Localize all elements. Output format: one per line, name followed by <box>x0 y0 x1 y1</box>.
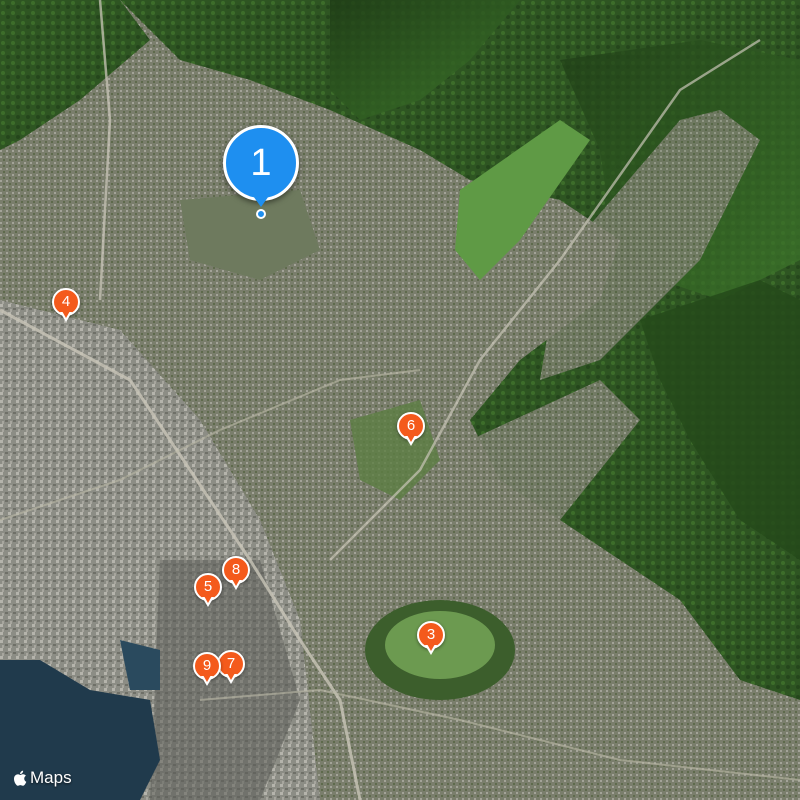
marker-pointer <box>60 311 72 322</box>
satellite-imagery <box>0 0 800 800</box>
map-marker-3[interactable]: 3 <box>417 621 445 661</box>
marker-pointer <box>201 675 213 686</box>
map-marker-6[interactable]: 6 <box>397 412 425 452</box>
marker-label: 1 <box>223 125 299 201</box>
map-marker-8[interactable]: 8 <box>222 556 250 596</box>
attribution-text: Maps <box>30 768 72 787</box>
map-marker-1[interactable]: 1 <box>223 125 299 221</box>
map-marker-7[interactable]: 7 <box>217 650 245 690</box>
satellite-map[interactable]: 1 3 4 5 6 7 8 9 Maps <box>0 0 800 800</box>
map-marker-9[interactable]: 9 <box>193 652 221 692</box>
apple-logo-icon <box>14 770 27 786</box>
marker-pointer <box>225 673 237 684</box>
map-marker-4[interactable]: 4 <box>52 288 80 328</box>
marker-pointer <box>230 579 242 590</box>
maps-attribution[interactable]: Maps <box>12 768 72 788</box>
marker-pointer <box>251 193 271 207</box>
marker-pointer <box>202 596 214 607</box>
marker-location-dot <box>256 209 266 219</box>
map-marker-5[interactable]: 5 <box>194 573 222 613</box>
marker-pointer <box>405 435 417 446</box>
marker-pointer <box>425 644 437 655</box>
